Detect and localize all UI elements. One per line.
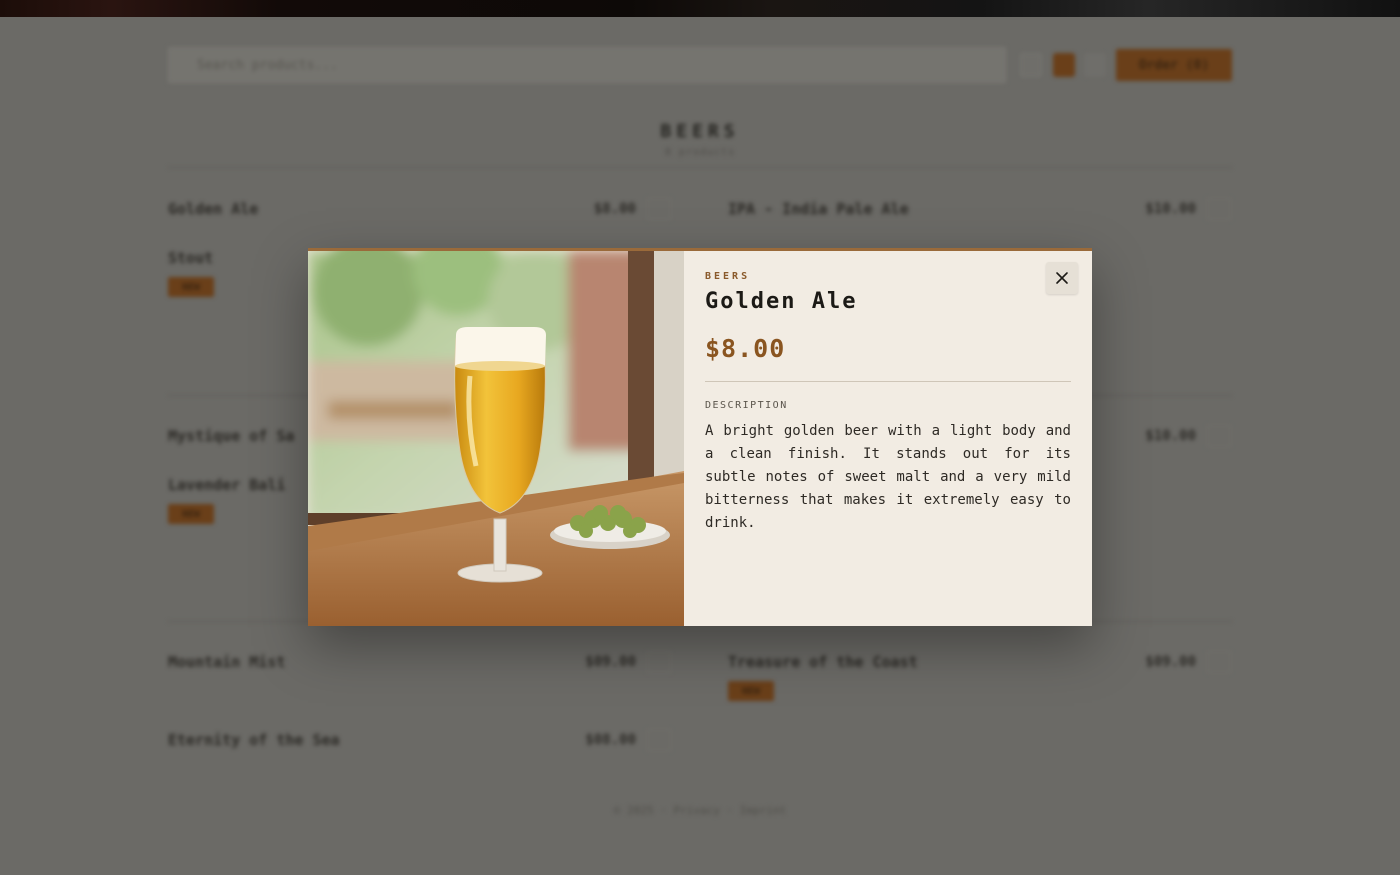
search-input[interactable]: Search products... — [168, 47, 1006, 83]
product-name[interactable]: Eternity of the Sea — [168, 731, 340, 749]
grid-view-button[interactable] — [1053, 53, 1075, 77]
close-button[interactable] — [1046, 262, 1078, 294]
close-icon — [1056, 272, 1068, 284]
beer-glass-photo — [308, 251, 684, 626]
product-price: $09.00 — [1145, 654, 1196, 670]
product-name[interactable]: Stout — [168, 249, 213, 267]
product-detail-modal: BEERS Golden Ale $8.00 DESCRIPTION A bri… — [308, 248, 1092, 626]
add-button[interactable] — [647, 198, 671, 220]
add-button[interactable] — [1207, 425, 1231, 447]
add-button[interactable] — [647, 729, 671, 751]
new-badge: NEW — [728, 681, 774, 701]
product-image — [308, 251, 684, 626]
description-label: DESCRIPTION — [705, 400, 788, 411]
product-price: $8.00 — [705, 334, 786, 363]
product-price: $08.00 — [585, 732, 636, 748]
product-name[interactable]: IPA - India Pale Ale — [728, 200, 909, 218]
divider — [705, 381, 1071, 382]
product-description: A bright golden beer with a light body a… — [705, 423, 1071, 531]
product-title: Golden Ale — [705, 289, 858, 314]
product-name[interactable]: Mountain Mist — [168, 653, 285, 671]
top-banner — [0, 0, 1400, 17]
product-category: BEERS — [705, 271, 751, 282]
product-price: $09.00 — [585, 654, 636, 670]
product-price: $10.00 — [1145, 201, 1196, 217]
add-button[interactable] — [1207, 651, 1231, 673]
add-button[interactable] — [647, 651, 671, 673]
divider — [168, 167, 1232, 168]
product-name[interactable]: Golden Ale — [168, 200, 258, 218]
compact-view-button[interactable] — [1084, 53, 1106, 77]
list-view-button[interactable] — [1020, 53, 1042, 77]
product-name[interactable]: Lavender Bali — [168, 476, 285, 494]
search-placeholder: Search products... — [197, 58, 338, 73]
category-title: BEERS — [660, 121, 740, 142]
new-badge: NEW — [168, 504, 214, 524]
new-badge: NEW — [168, 277, 214, 297]
product-name[interactable]: Mystique of Sa — [168, 427, 294, 445]
product-name[interactable]: Treasure of the Coast — [728, 653, 918, 671]
category-count: 8 products — [664, 147, 736, 158]
order-button[interactable]: Order (0) — [1116, 49, 1232, 81]
footer: © 2025 · Privacy · Imprint — [613, 804, 787, 817]
product-detail-panel: BEERS Golden Ale $8.00 DESCRIPTION A bri… — [684, 251, 1092, 626]
product-price: $8.00 — [593, 201, 636, 217]
add-button[interactable] — [1207, 198, 1231, 220]
product-price: $10.00 — [1145, 428, 1196, 444]
